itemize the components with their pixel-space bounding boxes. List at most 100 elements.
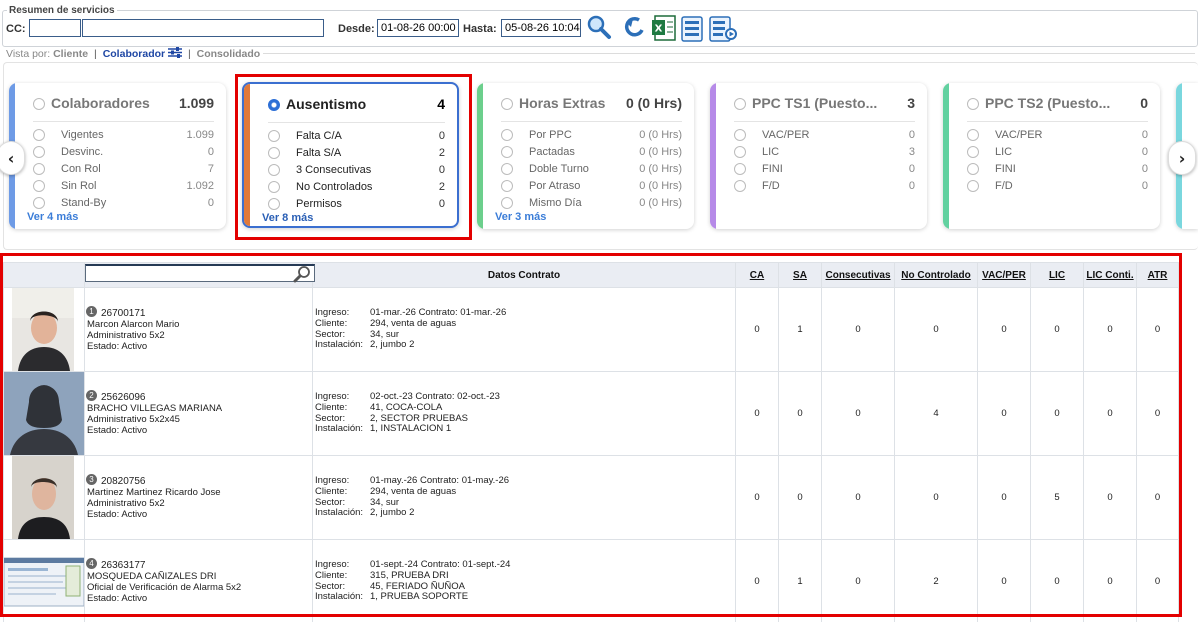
card-radio[interactable]	[734, 98, 746, 110]
summary-card[interactable]: PPC TS1 (Puesto... 3 VAC/PER 0 LIC 3 FINI 0 F/D 0	[710, 83, 927, 229]
card-item-radio[interactable]	[33, 180, 45, 192]
card-divider	[967, 121, 1148, 122]
card-item-radio[interactable]	[967, 146, 979, 158]
filter-sliders-icon[interactable]	[168, 47, 183, 58]
card-items: VAC/PER 0 LIC 3 FINI 0 F/D 0	[734, 127, 915, 195]
card-item[interactable]: FINI 0	[967, 161, 1148, 178]
carousel-next-button[interactable]: ›	[1168, 141, 1196, 175]
desde-input[interactable]: 01-08-26 00:00	[377, 19, 459, 37]
card-item[interactable]: F/D 0	[967, 178, 1148, 195]
search-icon[interactable]	[586, 13, 612, 41]
cc-name-input[interactable]	[82, 19, 324, 37]
card-item-radio[interactable]	[33, 129, 45, 141]
card-item[interactable]: Con Rol 7	[33, 161, 214, 178]
card-item-value: 0 (0 Hrs)	[639, 197, 682, 209]
card-item-label: Por Atraso	[529, 180, 581, 192]
card-items: VAC/PER 0 LIC 0 FINI 0 F/D 0	[967, 127, 1148, 195]
card-item-value: 0	[207, 197, 214, 209]
card-item-label: Doble Turno	[529, 163, 589, 175]
card-item-label: Por PPC	[529, 129, 572, 141]
card-item[interactable]: LIC 0	[967, 144, 1148, 161]
report-list-icon[interactable]	[680, 15, 706, 43]
card-item[interactable]: Pactadas 0 (0 Hrs)	[501, 144, 682, 161]
card-item-radio[interactable]	[734, 129, 746, 141]
card-more-link[interactable]: Ver 4 más	[27, 211, 78, 223]
card-item-label: Mismo Día	[529, 197, 582, 209]
highlight-ausentismo-card	[235, 74, 472, 240]
card-item-radio[interactable]	[33, 163, 45, 175]
card-radio[interactable]	[33, 98, 45, 110]
card-item-value: 0	[1141, 180, 1148, 192]
card-item[interactable]: Desvinc. 0	[33, 144, 214, 161]
filter-legend: Resumen de servicios	[9, 5, 115, 16]
card-item[interactable]: VAC/PER 0	[734, 127, 915, 144]
card-item-label: VAC/PER	[995, 129, 1043, 141]
view-option-consolidado[interactable]: Consolidado	[197, 48, 261, 60]
card-item-radio[interactable]	[33, 197, 45, 209]
highlight-employee-table	[0, 253, 1182, 617]
card-item[interactable]: Sin Rol 1.092	[33, 178, 214, 195]
card-item[interactable]: FINI 0	[734, 161, 915, 178]
card-item[interactable]: VAC/PER 0	[967, 127, 1148, 144]
hasta-input[interactable]: 05-08-26 10:04	[501, 19, 581, 37]
divider	[263, 53, 1195, 54]
card-more-link[interactable]: Ver 3 más	[495, 211, 546, 223]
card-item-radio[interactable]	[734, 180, 746, 192]
card-item-value: 0	[908, 180, 915, 192]
card-item-label: VAC/PER	[762, 129, 810, 141]
card-divider	[501, 121, 682, 122]
card-item-label: Vigentes	[61, 129, 104, 141]
view-option-cliente[interactable]: Cliente	[53, 48, 88, 60]
refresh-icon[interactable]	[622, 15, 648, 43]
card-item-label: Stand-By	[61, 197, 107, 209]
card-accent-bar	[943, 83, 949, 229]
card-item-radio[interactable]	[501, 146, 513, 158]
card-item-value: 3	[908, 146, 915, 158]
card-item[interactable]: Stand-By 0	[33, 195, 214, 212]
report-settings-icon[interactable]	[708, 15, 738, 43]
card-accent-bar	[710, 83, 716, 229]
summary-card[interactable]: Colaboradores 1.099 Vigentes 1.099 Desvinc. 0…	[9, 83, 226, 229]
card-radio[interactable]	[967, 98, 979, 110]
card-total: 0	[1140, 95, 1148, 111]
card-item[interactable]: Por PPC 0 (0 Hrs)	[501, 127, 682, 144]
svg-text:X: X	[655, 24, 663, 35]
view-option-colaborador[interactable]: Colaborador	[103, 48, 165, 60]
card-item[interactable]: F/D 0	[734, 178, 915, 195]
card-item-radio[interactable]	[734, 163, 746, 175]
summary-card[interactable]: PPC TS2 (Puesto... 0 VAC/PER 0 LIC 0 FINI 0 F/D 0	[943, 83, 1160, 229]
cc-code-input[interactable]	[29, 19, 81, 37]
card-header: Horas Extras 0 (0 Hrs)	[501, 95, 682, 115]
card-items: Por PPC 0 (0 Hrs) Pactadas 0 (0 Hrs) Doble T…	[501, 127, 682, 212]
card-item-radio[interactable]	[734, 146, 746, 158]
card-item-radio[interactable]	[501, 129, 513, 141]
screen: { "filters": { "legend": "Resumen de ser…	[0, 0, 1198, 622]
card-title: PPC TS2 (Puesto...	[985, 95, 1111, 111]
card-accent-bar	[477, 83, 483, 229]
card-item[interactable]: Vigentes 1.099	[33, 127, 214, 144]
card-item-radio[interactable]	[501, 197, 513, 209]
card-item-label: F/D	[762, 180, 780, 192]
card-item-label: Desvinc.	[61, 146, 104, 158]
desde-label: Desde:	[338, 23, 375, 35]
card-radio[interactable]	[501, 98, 513, 110]
card-header: Colaboradores 1.099	[33, 95, 214, 115]
summary-card[interactable]: Horas Extras 0 (0 Hrs) Por PPC 0 (0 Hrs) Pac…	[477, 83, 694, 229]
excel-export-icon[interactable]: X	[651, 14, 677, 42]
card-item[interactable]: Por Atraso 0 (0 Hrs)	[501, 178, 682, 195]
card-item-radio[interactable]	[501, 180, 513, 192]
card-item-radio[interactable]	[967, 163, 979, 175]
card-item-value: 0	[207, 146, 214, 158]
card-item-radio[interactable]	[33, 146, 45, 158]
card-item-radio[interactable]	[967, 180, 979, 192]
card-item-radio[interactable]	[501, 163, 513, 175]
card-item[interactable]: Doble Turno 0 (0 Hrs)	[501, 161, 682, 178]
card-item[interactable]: LIC 3	[734, 144, 915, 161]
card-item-value: 0 (0 Hrs)	[639, 163, 682, 175]
card-item-value: 0 (0 Hrs)	[639, 180, 682, 192]
card-item-radio[interactable]	[967, 129, 979, 141]
carousel-prev-button[interactable]: ‹	[0, 141, 25, 175]
view-separator: |	[94, 48, 97, 60]
view-selector: Vista por: Cliente | Colaborador | Conso…	[6, 47, 260, 60]
card-item[interactable]: Mismo Día 0 (0 Hrs)	[501, 195, 682, 212]
